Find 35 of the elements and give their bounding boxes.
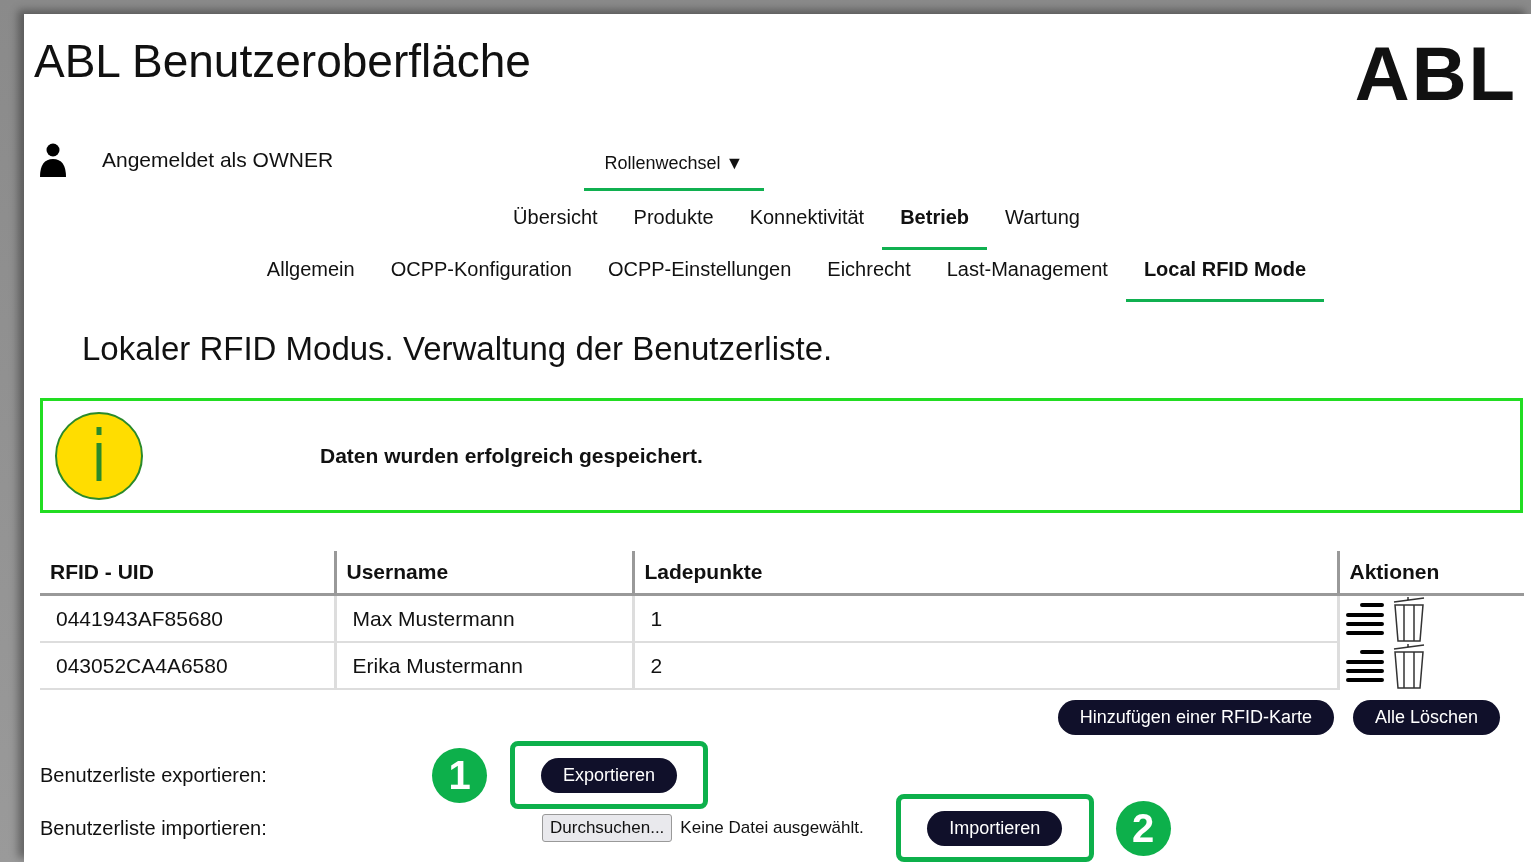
sub-nav-tab[interactable]: Local RFID Mode xyxy=(1125,242,1325,302)
export-button[interactable]: Exportieren xyxy=(540,757,678,793)
file-status: Keine Datei ausgewählt. xyxy=(680,818,864,838)
section-heading: Lokaler RFID Modus. Verwaltung der Benutzerliste. xyxy=(82,330,834,368)
logged-in-label: Angemeldet als OWNER xyxy=(102,148,335,172)
role-switch-dropdown[interactable]: Rollenwechsel ▼ xyxy=(584,143,764,191)
alert-message: Daten wurden erfolgreich gespeichert. xyxy=(320,443,703,468)
edit-list-icon[interactable] xyxy=(1345,648,1384,683)
trash-icon[interactable] xyxy=(1391,642,1426,689)
export-label: Benutzerliste exportieren: xyxy=(40,763,268,787)
import-button[interactable]: Importieren xyxy=(927,810,1063,846)
table-cell: 1 xyxy=(633,594,1338,642)
sub-nav-tab[interactable]: Allgemein xyxy=(248,242,373,302)
table-cell: Erika Mustermann xyxy=(335,642,633,689)
table-cell: 2 xyxy=(633,642,1338,689)
page-title: ABL Benutzeroberfläche xyxy=(34,34,531,88)
edit-list-icon[interactable] xyxy=(1345,602,1384,636)
column-header: RFID - UID xyxy=(40,551,335,595)
user-icon xyxy=(40,143,66,177)
action-button[interactable]: Hinzufügen einer RFID-Karte xyxy=(1057,700,1334,735)
logo: ABL xyxy=(1354,36,1517,112)
info-icon xyxy=(54,410,144,501)
column-header: Ladepunkte xyxy=(633,551,1338,595)
step-marker: 2 xyxy=(1115,800,1171,856)
table-cell: 043052CA4A6580 xyxy=(40,642,335,689)
import-label: Benutzerliste importieren: xyxy=(40,816,268,840)
browse-button[interactable]: Durchsuchen... xyxy=(542,814,673,842)
nav-tab[interactable]: Betrieb xyxy=(882,190,988,250)
table-cell: 0441943AF85680 xyxy=(40,594,335,642)
column-header: Username xyxy=(335,551,633,595)
column-header: Aktionen xyxy=(1338,551,1524,595)
action-button[interactable]: Alle Löschen xyxy=(1352,700,1500,735)
trash-icon[interactable] xyxy=(1391,596,1426,642)
table-cell: Max Mustermann xyxy=(335,594,633,642)
step-marker: 1 xyxy=(432,747,487,803)
